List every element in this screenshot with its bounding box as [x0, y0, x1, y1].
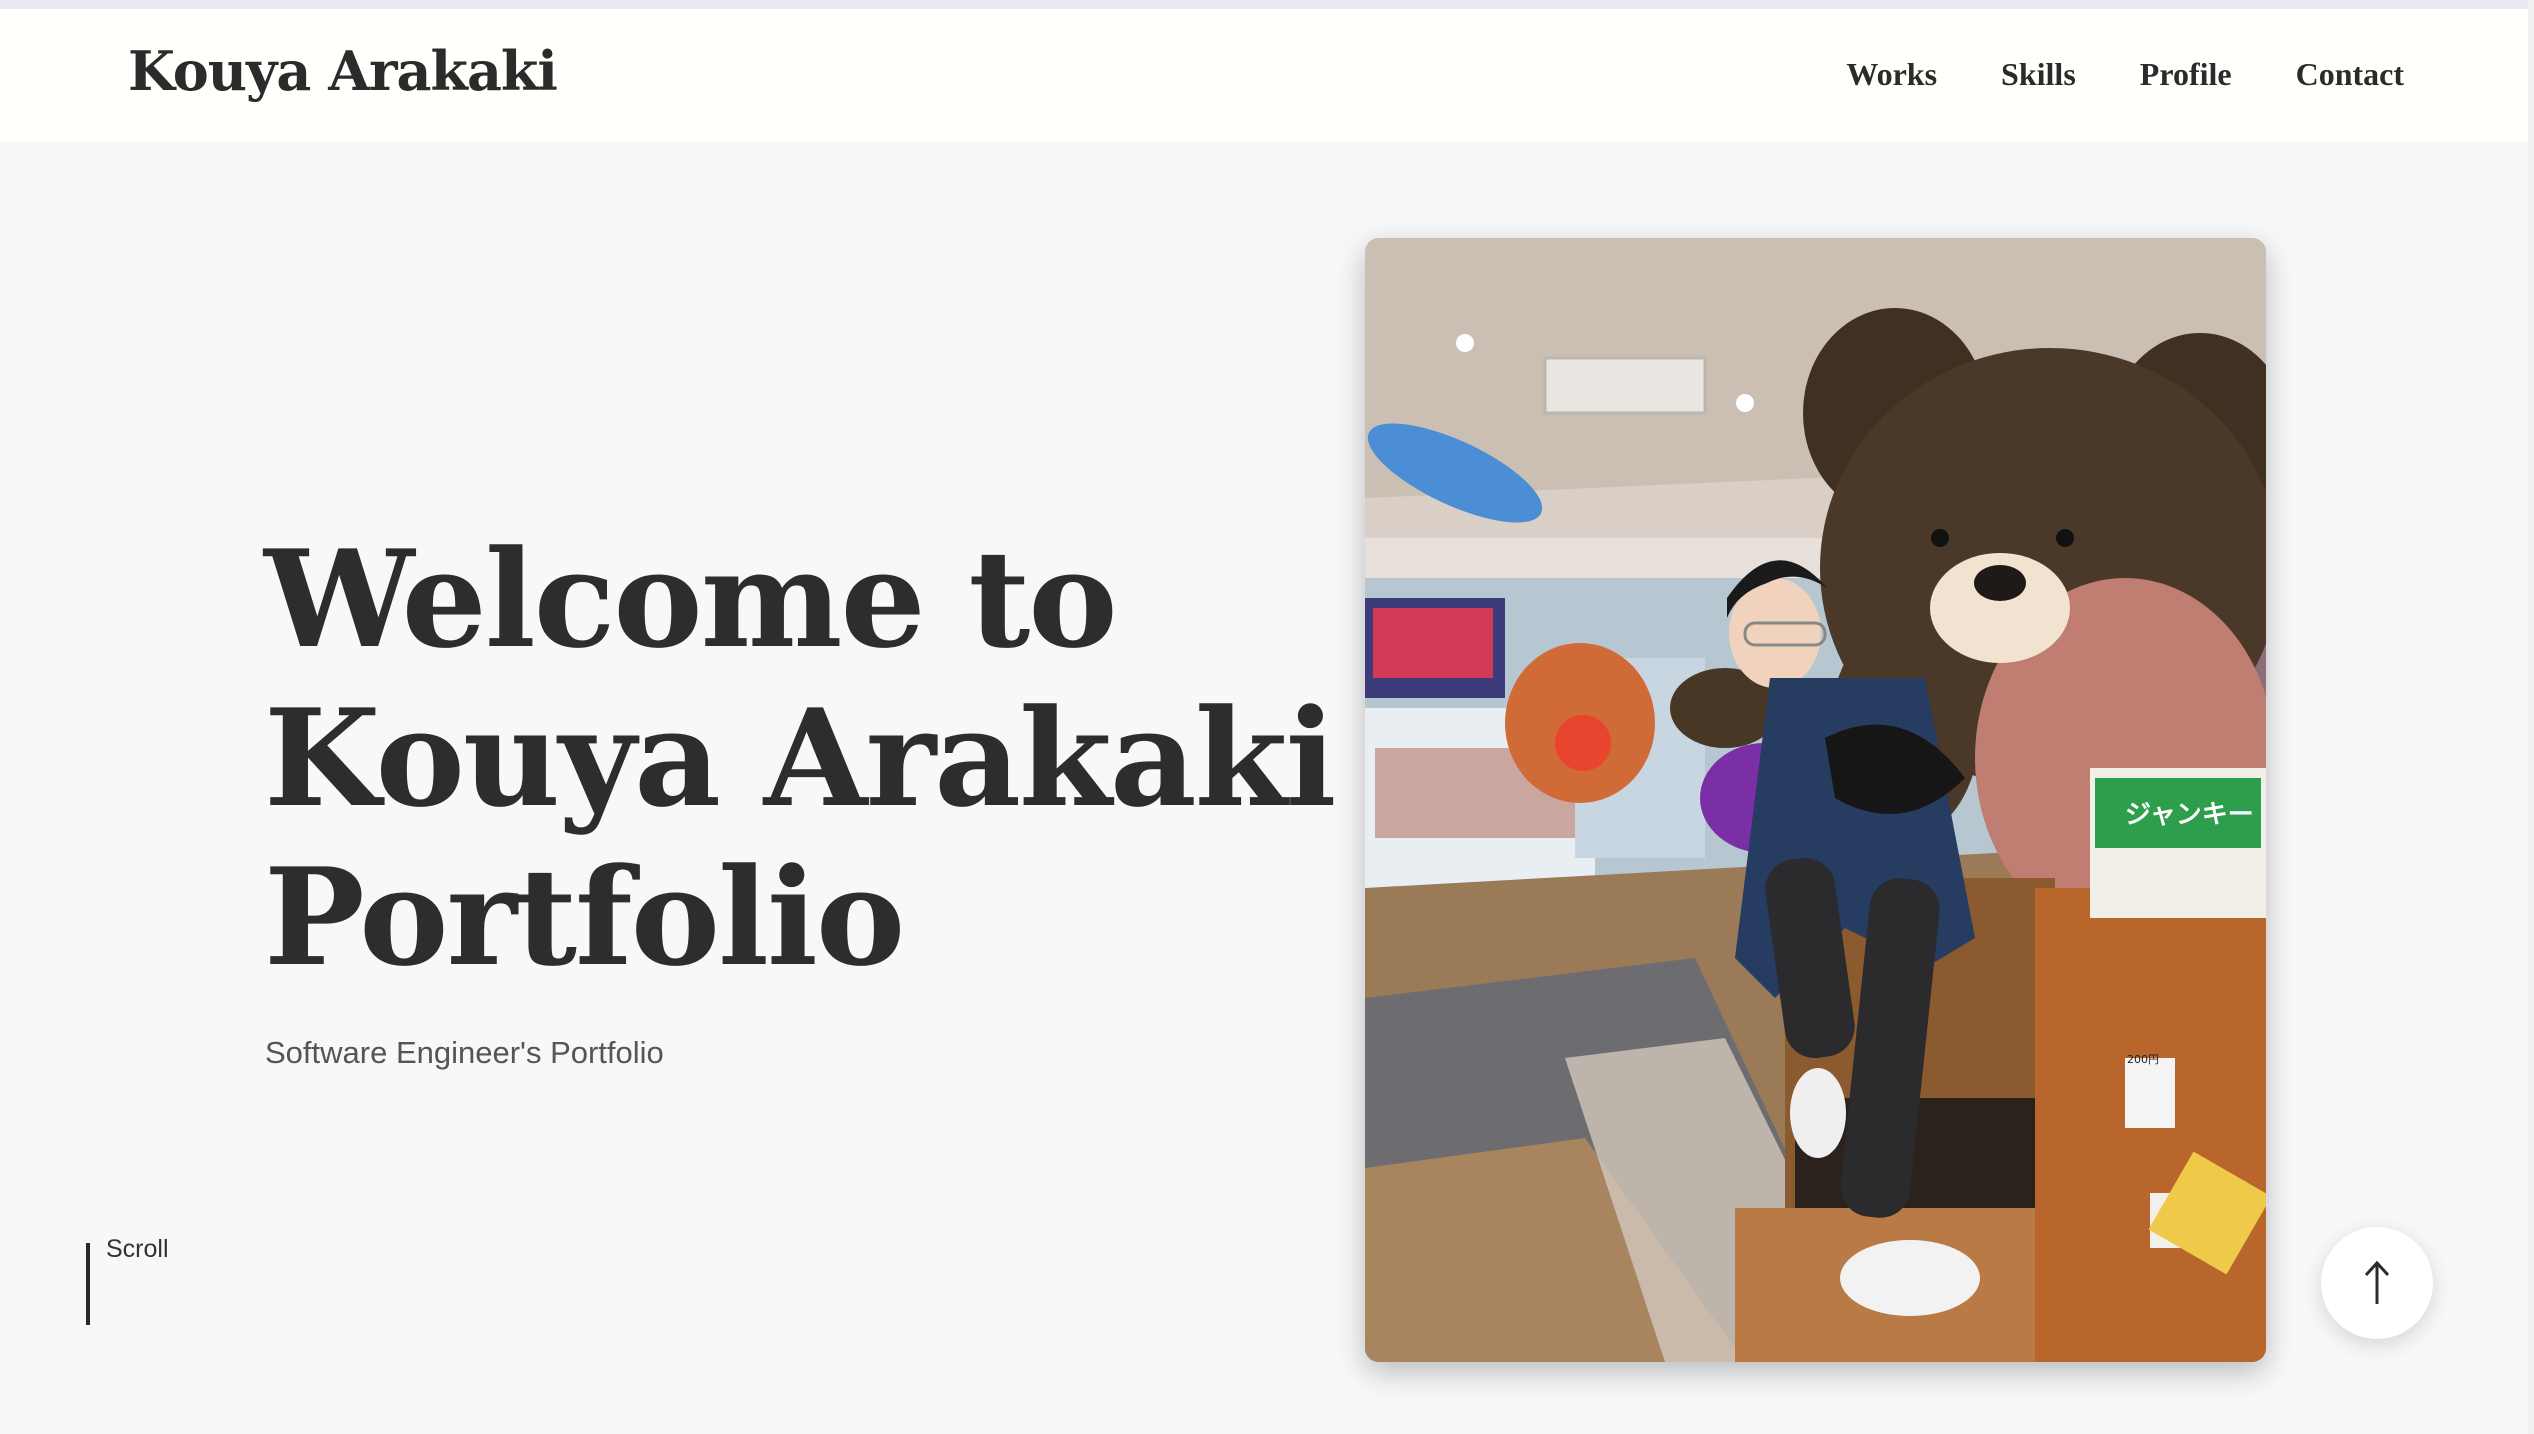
profile-photo: ジャンキー 200円 — [1365, 238, 2266, 1362]
site-header: Kouya Arakaki Works Skills Profile Conta… — [0, 9, 2534, 142]
scroll-indicator-line — [86, 1243, 90, 1325]
nav-profile[interactable]: Profile — [2140, 56, 2232, 93]
hero-title-line: Kouya Arakaki — [264, 679, 1336, 837]
back-to-top-button[interactable] — [2321, 1227, 2433, 1339]
scroll-indicator-label: Scroll — [106, 1235, 169, 1263]
nav-works[interactable]: Works — [1846, 56, 1937, 93]
hero-title-line: Portfolio — [264, 838, 905, 996]
nav-skills[interactable]: Skills — [2001, 56, 2076, 93]
hero-title: Welcome to Kouya Arakaki Portfolio — [264, 520, 1336, 997]
page-scrollbar[interactable] — [2528, 0, 2534, 1434]
arrow-up-icon — [2364, 1260, 2390, 1304]
hero-title-line: Welcome to — [264, 520, 1118, 678]
site-logo[interactable]: Kouya Arakaki — [128, 39, 558, 103]
photo-price-label: 200円 — [2127, 1053, 2159, 1066]
hero-subtitle: Software Engineer's Portfolio — [265, 1035, 664, 1070]
nav-contact[interactable]: Contact — [2296, 56, 2404, 93]
top-border — [0, 0, 2534, 9]
main-nav: Works Skills Profile Contact — [1846, 56, 2404, 93]
photo-sign-text: ジャンキー — [2125, 800, 2254, 830]
profile-photo-illustration: ジャンキー 200円 — [1365, 238, 2266, 1362]
